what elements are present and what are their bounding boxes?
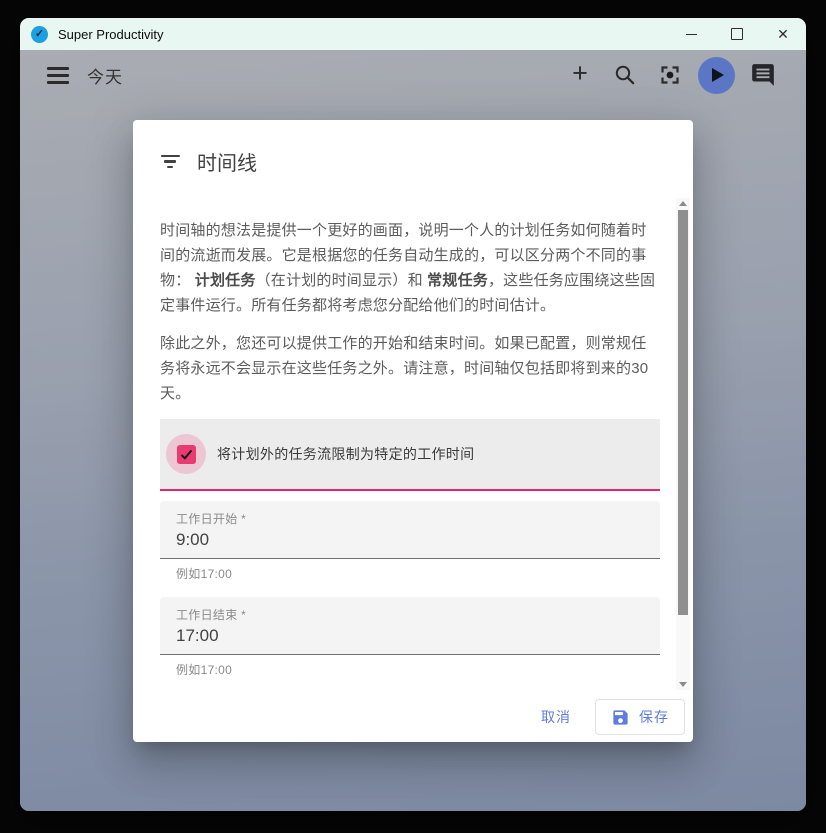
second-paragraph: 除此之外，您还可以提供工作的开始和结束时间。如果已配置，则常规任务将永远不会显示… <box>160 331 660 406</box>
close-button[interactable]: ✕ <box>760 18 806 50</box>
workday-end-field[interactable]: 工作日结束 * <box>160 597 660 655</box>
window-controls: ✕ <box>668 18 806 50</box>
dialog-title: 时间线 <box>197 147 257 176</box>
filter-icon <box>160 155 180 168</box>
dialog-body: 时间轴的想法是提供一个更好的画面，说明一个人的计划任务如何随着时间的流逝而发展。… <box>133 198 676 685</box>
checkbox-checked-icon[interactable] <box>177 445 196 464</box>
close-icon: ✕ <box>777 27 789 41</box>
save-button[interactable]: 保存 <box>595 699 685 735</box>
add-icon: + <box>572 60 588 87</box>
timeline-settings-dialog: 时间线 时间轴的想法是提供一个更好的画面，说明一个人的计划任务如何随着时间的流逝… <box>133 120 693 742</box>
workday-start-field[interactable]: 工作日开始 * <box>160 501 660 559</box>
workday-start-hint: 例如17:00 <box>176 565 660 582</box>
save-button-label: 保存 <box>639 707 669 727</box>
play-button[interactable] <box>698 57 735 94</box>
play-icon <box>712 68 724 82</box>
search-button[interactable] <box>608 58 642 92</box>
save-icon <box>611 708 630 727</box>
menu-icon[interactable] <box>47 67 69 84</box>
minimize-icon <box>686 34 697 35</box>
workday-start-input[interactable] <box>176 530 644 550</box>
main-toolbar: 今天 + <box>20 50 806 100</box>
workday-end-label: 工作日结束 * <box>176 606 644 623</box>
toolbar-actions: + <box>563 57 780 94</box>
titlebar: ✓ Super Productivity ✕ <box>20 18 806 50</box>
dialog-header: 时间线 <box>133 120 693 176</box>
workday-end-input[interactable] <box>176 626 644 646</box>
scrollbar-down-icon[interactable] <box>679 682 687 687</box>
checkbox-label: 将计划外的任务流限制为特定的工作时间 <box>217 444 474 464</box>
minimize-button[interactable] <box>668 18 714 50</box>
page-title: 今天 <box>87 63 123 88</box>
focus-mode-button[interactable] <box>653 58 687 92</box>
search-icon <box>613 63 637 87</box>
maximize-icon <box>731 28 743 40</box>
checkbox-ripple[interactable] <box>166 434 206 474</box>
focus-mode-icon <box>658 63 682 87</box>
scrollbar-thumb[interactable] <box>678 210 688 615</box>
scrollbar-up-icon[interactable] <box>679 201 687 206</box>
dialog-actions: 取消 保存 <box>525 699 685 735</box>
cancel-button[interactable]: 取消 <box>525 699 587 735</box>
workday-end-hint: 例如17:00 <box>176 661 660 678</box>
notes-button[interactable] <box>746 58 780 92</box>
dialog-scrollbar[interactable] <box>676 198 690 690</box>
notes-icon <box>750 62 776 88</box>
work-hours-checkbox-row[interactable]: 将计划外的任务流限制为特定的工作时间 <box>160 419 660 491</box>
intro-paragraph: 时间轴的想法是提供一个更好的画面，说明一个人的计划任务如何随着时间的流逝而发展。… <box>160 218 660 318</box>
app-logo-icon: ✓ <box>31 26 48 43</box>
workday-start-label: 工作日开始 * <box>176 510 644 527</box>
add-task-button[interactable]: + <box>563 58 597 92</box>
maximize-button[interactable] <box>714 18 760 50</box>
app-title: Super Productivity <box>58 27 164 42</box>
